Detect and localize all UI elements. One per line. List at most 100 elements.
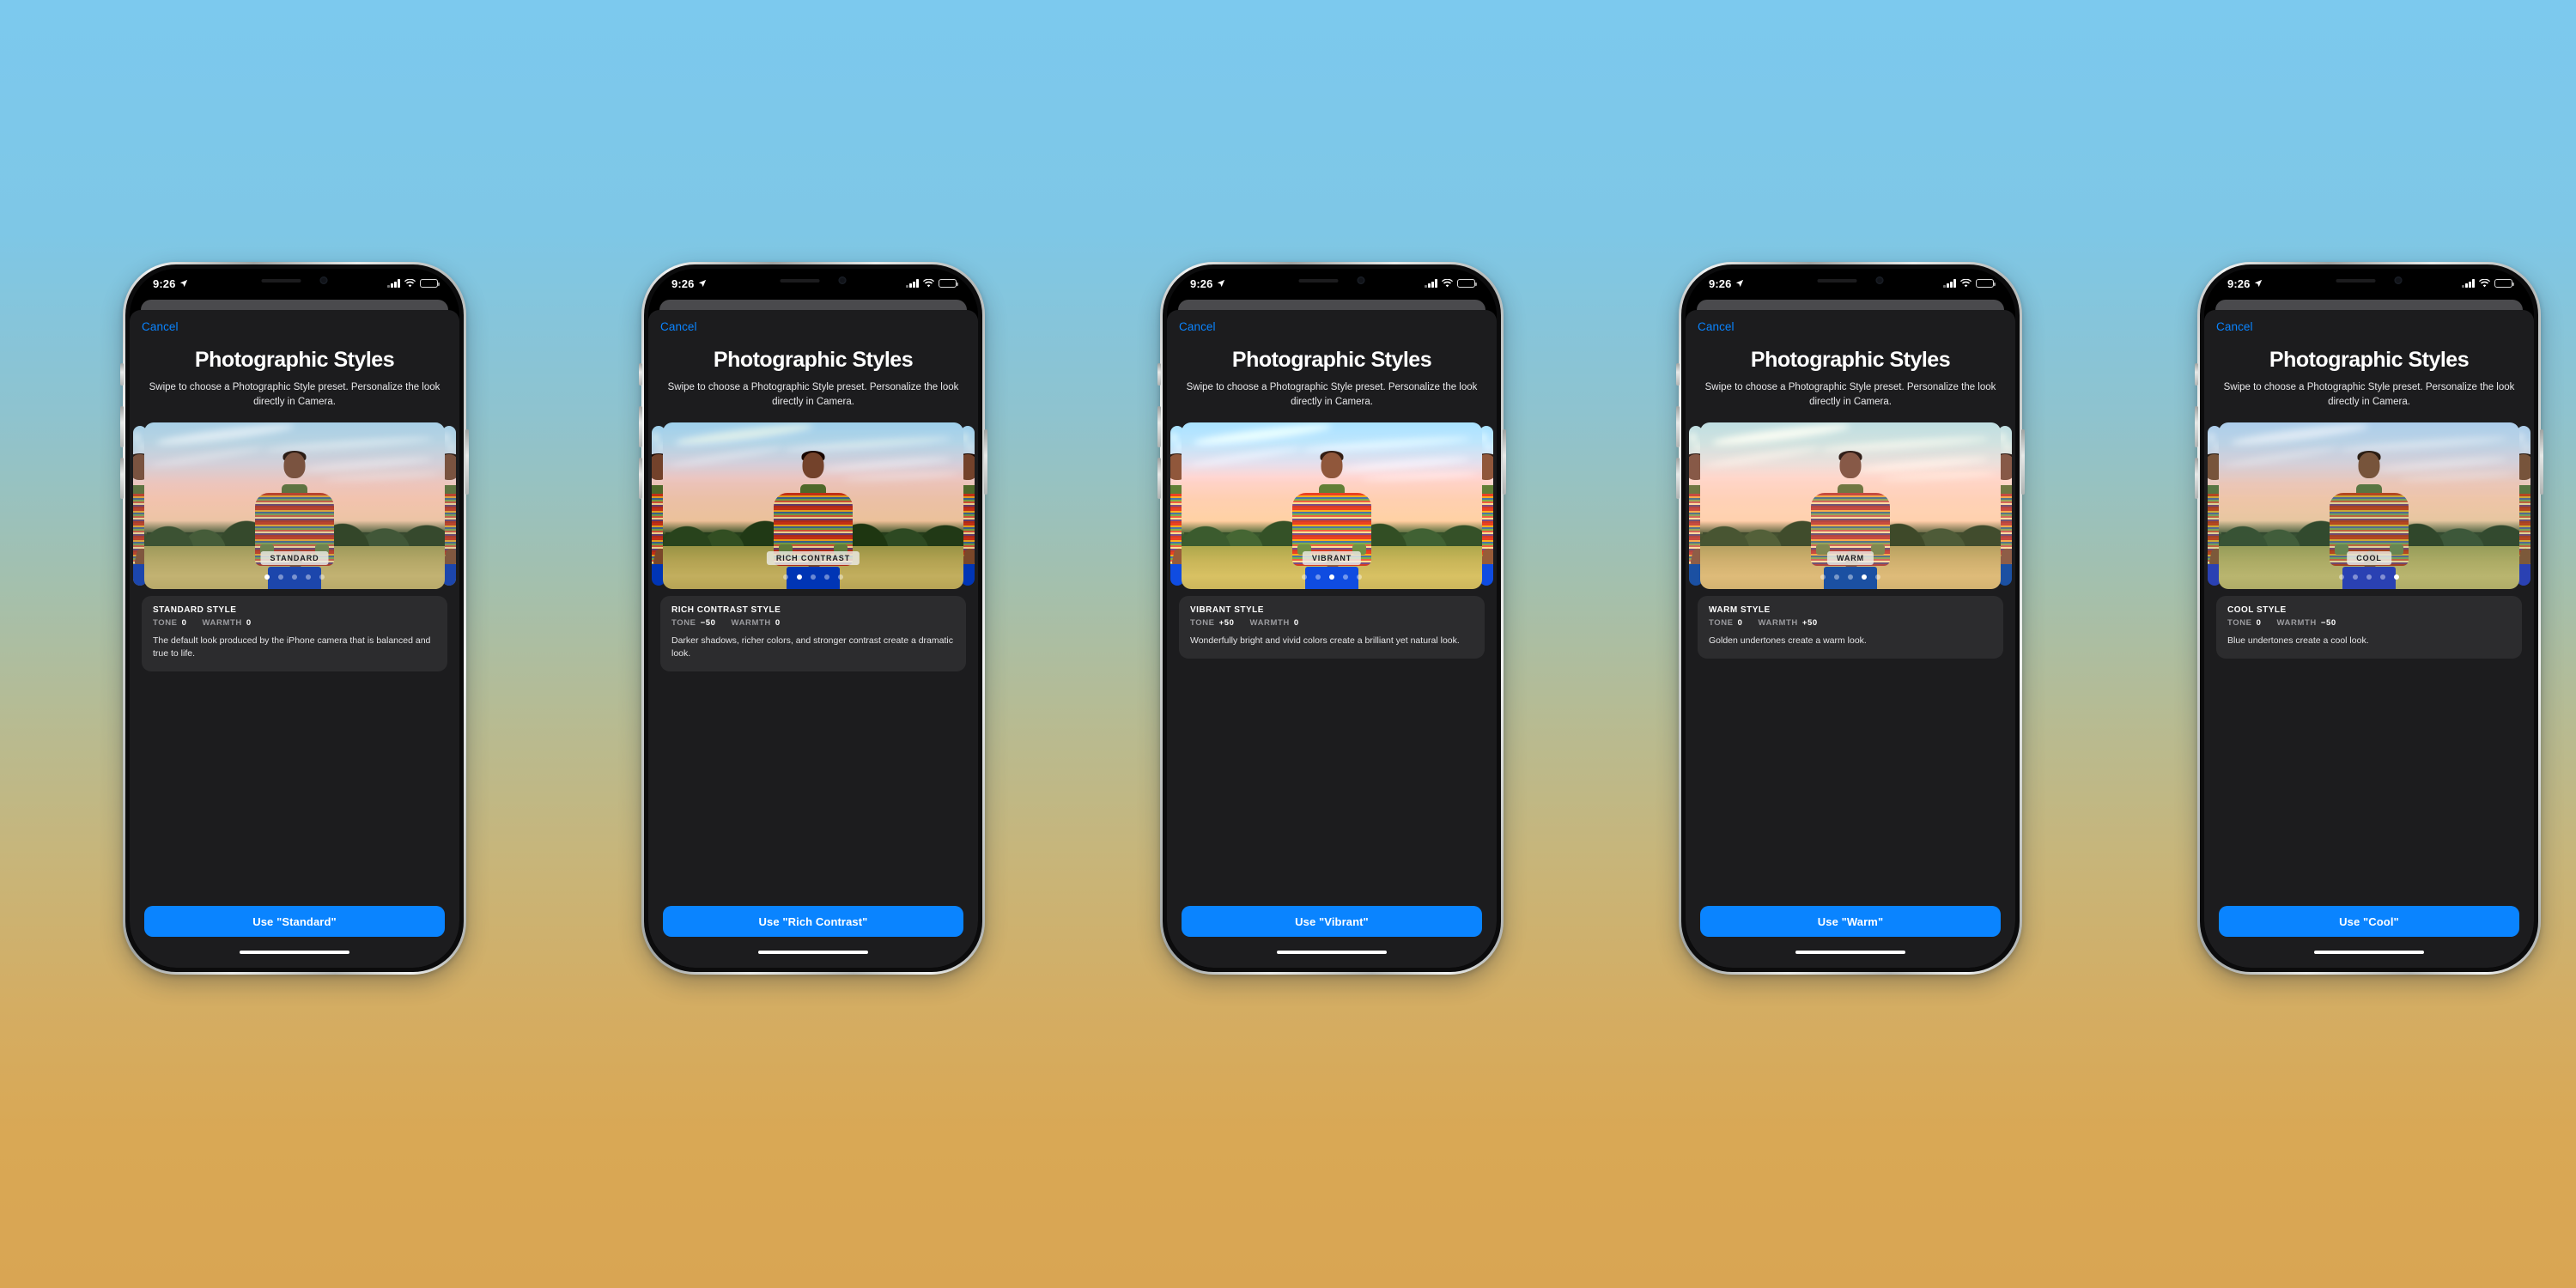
home-indicator[interactable] <box>2314 950 2424 955</box>
mute-switch[interactable] <box>1157 363 1161 386</box>
page-dot[interactable] <box>1302 574 1307 580</box>
power-button[interactable] <box>1503 429 1506 495</box>
home-indicator[interactable] <box>1795 950 1905 955</box>
cancel-button[interactable]: Cancel <box>1686 310 1735 333</box>
style-carousel[interactable]: STANDARD <box>130 422 459 590</box>
use-style-button[interactable]: Use "Vibrant" <box>1182 906 1482 937</box>
page-dot[interactable] <box>783 574 788 580</box>
page-title: Photographic Styles <box>194 348 395 372</box>
style-preview-photo[interactable]: WARM <box>1700 422 2001 590</box>
page-dot[interactable] <box>2366 574 2372 580</box>
page-dot[interactable] <box>306 574 311 580</box>
page-dot[interactable] <box>264 574 270 580</box>
page-dot[interactable] <box>2394 574 2399 580</box>
volume-down-button[interactable] <box>1157 458 1161 499</box>
page-subtitle: Swipe to choose a Photographic Style pre… <box>149 382 440 407</box>
cancel-button[interactable]: Cancel <box>1167 310 1216 333</box>
page-dot[interactable] <box>278 574 283 580</box>
volume-up-button[interactable] <box>1676 406 1680 447</box>
status-time: 9:26 <box>671 276 695 290</box>
page-dots <box>2339 574 2399 580</box>
style-description: Wonderfully bright and vivid colors crea… <box>1190 635 1460 647</box>
sheet-spacer <box>1167 659 1497 906</box>
volume-down-button[interactable] <box>1676 458 1680 499</box>
location-arrow-icon <box>1218 279 1225 288</box>
volume-up-button[interactable] <box>639 406 642 447</box>
volume-up-button[interactable] <box>2195 406 2198 447</box>
mute-switch[interactable] <box>1676 363 1680 386</box>
home-indicator[interactable] <box>758 950 868 955</box>
tone-label: TONE <box>1190 618 1215 629</box>
cancel-button[interactable]: Cancel <box>130 310 179 333</box>
page-dot[interactable] <box>319 574 325 580</box>
page-dot[interactable] <box>1834 574 1839 580</box>
style-carousel[interactable]: WARM <box>1686 422 2015 590</box>
notch <box>1783 269 1917 292</box>
page-dot[interactable] <box>1848 574 1853 580</box>
page-dot[interactable] <box>1862 574 1867 580</box>
style-preview-photo[interactable]: VIBRANT <box>1182 422 1482 590</box>
tone-label: TONE <box>1709 618 1734 629</box>
style-badge: COOL <box>2347 551 2391 566</box>
use-style-button[interactable]: Use "Rich Contrast" <box>663 906 963 937</box>
volume-down-button[interactable] <box>2195 458 2198 499</box>
power-button[interactable] <box>2021 429 2025 495</box>
page-dot[interactable] <box>1875 574 1880 580</box>
warmth-label: WARMTH <box>2276 618 2317 629</box>
volume-down-button[interactable] <box>639 458 642 499</box>
style-badge: WARM <box>1826 551 1874 566</box>
volume-down-button[interactable] <box>120 458 124 499</box>
page-dot[interactable] <box>797 574 802 580</box>
page-dot[interactable] <box>1820 574 1826 580</box>
person-subject <box>1285 449 1378 590</box>
home-indicator[interactable] <box>1277 950 1387 955</box>
person-subject <box>767 449 860 590</box>
mute-switch[interactable] <box>2195 363 2198 386</box>
volume-up-button[interactable] <box>120 406 124 447</box>
battery-icon <box>939 278 959 289</box>
style-carousel[interactable]: VIBRANT <box>1167 422 1497 590</box>
use-style-button[interactable]: Use "Standard" <box>144 906 445 937</box>
page-dot[interactable] <box>1315 574 1321 580</box>
cancel-button[interactable]: Cancel <box>2204 310 2253 333</box>
status-bar-left: 9:26 <box>1190 277 1225 290</box>
style-preview-photo[interactable]: COOL <box>2219 422 2519 590</box>
page-dot[interactable] <box>1343 574 1348 580</box>
warmth-value: +50 <box>1801 618 1818 629</box>
use-style-button[interactable]: Use "Warm" <box>1700 906 2001 937</box>
style-carousel[interactable]: RICH CONTRAST <box>648 422 978 590</box>
location-arrow-icon <box>180 279 188 288</box>
page-dot[interactable] <box>1329 574 1334 580</box>
style-preview-photo[interactable]: STANDARD <box>144 422 445 590</box>
page-dot[interactable] <box>838 574 843 580</box>
style-preview-photo[interactable]: RICH CONTRAST <box>663 422 963 590</box>
page-dot[interactable] <box>292 574 297 580</box>
page-dot[interactable] <box>824 574 829 580</box>
page-dot[interactable] <box>2339 574 2344 580</box>
page-dot[interactable] <box>2380 574 2385 580</box>
style-parameters: TONE 0 WARMTH 0 <box>153 618 436 628</box>
home-indicator[interactable] <box>240 950 349 955</box>
status-time: 9:26 <box>2227 276 2251 290</box>
location-arrow-icon <box>1736 279 1744 288</box>
power-button[interactable] <box>984 429 987 495</box>
notch <box>2302 269 2436 292</box>
mute-switch[interactable] <box>120 363 124 386</box>
page-dot[interactable] <box>1357 574 1362 580</box>
use-style-button[interactable]: Use "Cool" <box>2219 906 2519 937</box>
warmth-value: 0 <box>246 618 252 629</box>
volume-up-button[interactable] <box>1157 406 1161 447</box>
page-dot[interactable] <box>811 574 816 580</box>
cellular-bars-icon <box>2462 279 2475 288</box>
style-info-panel: COOL STYLE TONE 0 WARMTH −50 Blue undertones … <box>2216 596 2522 659</box>
power-button[interactable] <box>465 429 469 495</box>
page-dot[interactable] <box>2353 574 2358 580</box>
style-carousel[interactable]: COOL <box>2204 422 2534 590</box>
style-description: The default look produced by the iPhone … <box>153 635 431 659</box>
sheet-spacer <box>130 671 459 906</box>
power-button[interactable] <box>2540 429 2543 495</box>
front-camera-icon <box>1357 276 1365 284</box>
person-subject <box>248 449 341 590</box>
cancel-button[interactable]: Cancel <box>648 310 697 333</box>
mute-switch[interactable] <box>639 363 642 386</box>
